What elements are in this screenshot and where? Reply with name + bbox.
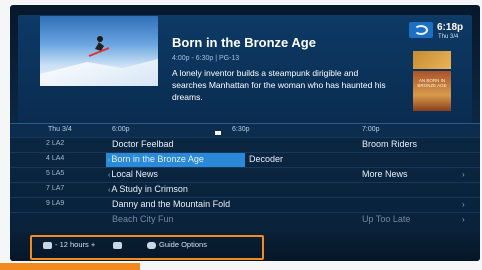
snowboarder-image xyxy=(88,36,110,57)
options-button-icon[interactable] xyxy=(147,242,156,249)
date: Thu 3/4 xyxy=(438,34,459,40)
poster-art: AN BORN IN BRONZE AGE xyxy=(413,71,451,111)
chevron-right-icon: › xyxy=(462,200,465,209)
timeline-day: Thu 3/4 xyxy=(48,126,72,133)
guide-program[interactable]: ‹A Study in Crimson xyxy=(108,184,188,194)
guide-program[interactable]: Decoder xyxy=(249,154,283,164)
guide-row[interactable]: 4 LA4 ‹Born in the Bronze Age Decoder xyxy=(10,152,480,167)
channel-number: 5 LA5 xyxy=(46,170,65,177)
clock: 6:18p xyxy=(437,22,464,33)
guide-program[interactable]: Danny and the Mountain Fold xyxy=(112,199,230,209)
guide-row[interactable]: 9 LA9 Danny and the Mountain Fold › xyxy=(10,197,480,212)
time-jump-label[interactable]: - 12 hours + xyxy=(55,240,95,249)
orange-accent-strip xyxy=(0,263,140,270)
guide-program[interactable]: Beach City Fun xyxy=(112,214,174,224)
guide-row[interactable]: Beach City Fun Up Too Late › xyxy=(10,212,480,227)
chevron-right-icon: › xyxy=(462,170,465,179)
current-time-marker xyxy=(215,131,221,135)
guide-program[interactable]: More News xyxy=(362,169,408,179)
timeline-bar: Thu 3/4 6:00p 6:30p 7:00p xyxy=(10,123,480,137)
guide-program[interactable]: Broom Riders xyxy=(362,139,417,149)
program-meta: 4:00p - 6:30p | PG-13 xyxy=(172,55,240,62)
guide-program[interactable]: Doctor Feelbad xyxy=(112,139,174,149)
program-label: Local News xyxy=(111,169,158,179)
timeline-slot: 6:00p xyxy=(112,126,130,133)
chevron-right-icon: › xyxy=(462,215,465,224)
poster-thumbnail xyxy=(413,51,451,69)
page-forward-button-icon[interactable] xyxy=(113,242,122,249)
guide-program[interactable]: ‹Local News xyxy=(108,169,158,179)
channel-number: 4 LA4 xyxy=(46,155,65,162)
program-thumbnail xyxy=(40,16,158,86)
chevron-left-icon: ‹ xyxy=(108,157,111,164)
program-title: Born in the Bronze Age xyxy=(172,35,316,50)
program-label: Born in the Bronze Age xyxy=(111,154,204,164)
guide-row[interactable]: 2 LA2 Doctor Feelbad Broom Riders xyxy=(10,137,480,152)
chevron-left-icon: ‹ xyxy=(108,172,111,179)
guide-program-selected[interactable]: ‹Born in the Bronze Age xyxy=(108,154,204,164)
program-description: A lonely inventor builds a steampunk dir… xyxy=(172,68,386,102)
page-back-button-icon[interactable] xyxy=(43,242,52,249)
tv-guide-screen: Born in the Bronze Age 4:00p - 6:30p | P… xyxy=(10,5,480,261)
guide-row[interactable]: 7 LA7 ‹A Study in Crimson xyxy=(10,182,480,197)
chevron-left-icon: ‹ xyxy=(108,187,111,194)
program-label: A Study in Crimson xyxy=(111,184,188,194)
channel-number: 7 LA7 xyxy=(46,185,65,192)
channel-number: 2 LA2 xyxy=(46,140,65,147)
timeline-slot: 6:30p xyxy=(232,126,250,133)
guide-options-label[interactable]: Guide Options xyxy=(159,240,207,249)
guide-program[interactable]: Up Too Late xyxy=(362,214,410,224)
timeline-slot: 7:00p xyxy=(362,126,380,133)
guide-row[interactable]: 5 LA5 ‹Local News More News › xyxy=(10,167,480,182)
directv-logo-icon xyxy=(409,22,433,38)
channel-number: 9 LA9 xyxy=(46,200,65,207)
